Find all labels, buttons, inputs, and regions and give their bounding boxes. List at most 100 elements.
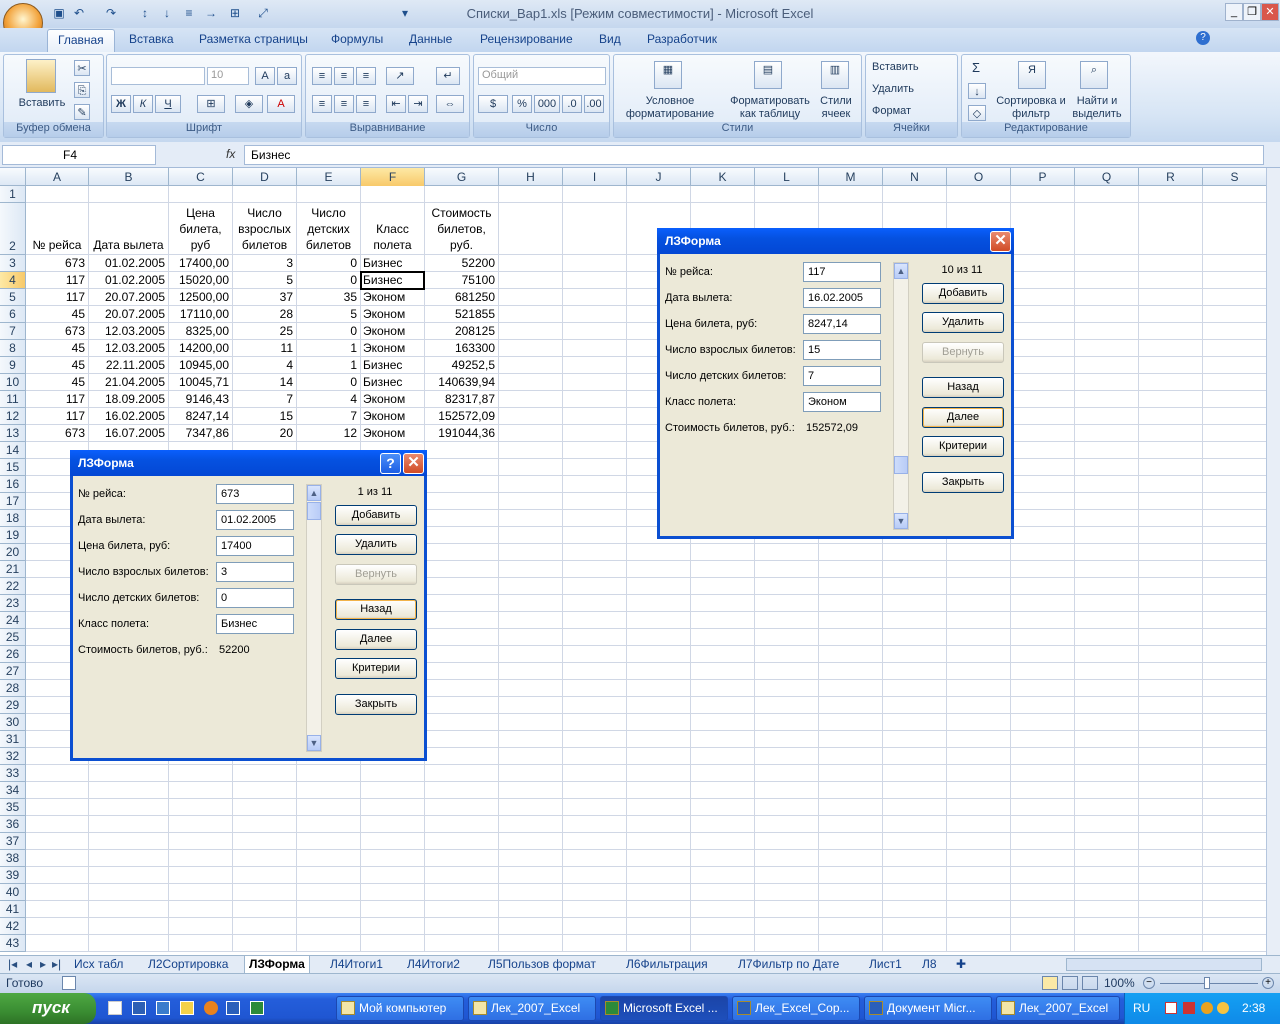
table-cell[interactable]: 12500,00: [169, 289, 232, 305]
next-button[interactable]: Далее: [922, 407, 1004, 428]
table-cell[interactable]: 49252,5: [425, 357, 498, 373]
tray-icon[interactable]: [1165, 1002, 1177, 1014]
table-cell[interactable]: 10045,71: [169, 374, 232, 390]
row-header[interactable]: 17: [0, 493, 26, 510]
table-cell[interactable]: Бизнес: [361, 374, 424, 390]
table-cell[interactable]: 01.02.2005: [89, 255, 168, 271]
delete-cells-button[interactable]: Удалить: [872, 83, 952, 96]
cut-icon[interactable]: ✂: [74, 60, 90, 76]
arrow-icon[interactable]: →: [204, 6, 218, 20]
row-header[interactable]: 38: [0, 850, 26, 867]
table-cell[interactable]: 191044,36: [425, 425, 498, 441]
row-header[interactable]: 40: [0, 884, 26, 901]
close-button[interactable]: Закрыть: [335, 694, 417, 715]
align-left-icon[interactable]: ≡: [312, 95, 332, 113]
row-header[interactable]: 10: [0, 374, 26, 391]
zoom-slider-thumb[interactable]: [1204, 977, 1210, 989]
tray-icon[interactable]: [1183, 1002, 1195, 1014]
table-cell[interactable]: 75100: [425, 272, 498, 288]
table-cell[interactable]: 8247,14: [169, 408, 232, 424]
column-header-a[interactable]: A: [26, 168, 89, 186]
row-header[interactable]: 20: [0, 544, 26, 561]
table-cell[interactable]: 17400,00: [169, 255, 232, 271]
name-box[interactable]: F4: [2, 145, 156, 165]
sheet-tab[interactable]: Исх табл: [70, 956, 127, 974]
table-cell[interactable]: 11: [233, 340, 296, 356]
table-cell[interactable]: 28: [233, 306, 296, 322]
quicklaunch-icon[interactable]: [156, 1001, 170, 1015]
table-cell[interactable]: 35: [297, 289, 360, 305]
formula-input[interactable]: Бизнес: [244, 145, 1264, 165]
restore-button[interactable]: Вернуть: [922, 342, 1004, 363]
column-header-h[interactable]: H: [499, 168, 563, 186]
price-field[interactable]: 17400: [216, 536, 294, 556]
table-cell[interactable]: 140639,94: [425, 374, 498, 390]
page-layout-view-icon[interactable]: [1062, 976, 1078, 990]
sort-filter-button[interactable]: Сортировка и фильтр: [994, 95, 1068, 121]
table-cell[interactable]: 16.02.2005: [89, 408, 168, 424]
row-header[interactable]: 3: [0, 255, 26, 272]
orientation-icon[interactable]: ↗: [386, 67, 414, 85]
table-cell[interactable]: 673: [26, 425, 88, 441]
paste-icon[interactable]: [26, 59, 56, 93]
table-header-cell[interactable]: Цена билета, руб: [169, 203, 232, 254]
conditional-format-button[interactable]: Условное форматирование: [616, 95, 724, 121]
table-header-cell[interactable]: Число взрослых билетов: [233, 203, 296, 254]
row-header[interactable]: 37: [0, 833, 26, 850]
scroll-up-icon[interactable]: ▲: [894, 263, 908, 279]
table-cell[interactable]: 163300: [425, 340, 498, 356]
table-header-cell[interactable]: № рейса: [26, 203, 88, 254]
table-cell[interactable]: 21.04.2005: [89, 374, 168, 390]
scroll-down-icon[interactable]: ▼: [307, 735, 321, 751]
table-cell[interactable]: 681250: [425, 289, 498, 305]
row-header[interactable]: 13: [0, 425, 26, 442]
taskbar-item[interactable]: Лек_2007_Excel: [468, 996, 596, 1021]
kids-field[interactable]: 7: [803, 366, 881, 386]
font-name-combo[interactable]: [111, 67, 205, 85]
cell-styles-button[interactable]: Стили ячеек: [814, 95, 858, 121]
tab-insert[interactable]: Вставка: [129, 32, 174, 46]
table-cell[interactable]: Эконом: [361, 323, 424, 339]
delete-button[interactable]: Удалить: [335, 534, 417, 555]
record-scrollbar-2[interactable]: ▲ ▼: [893, 262, 909, 530]
scroll-thumb[interactable]: [894, 456, 908, 474]
row-header[interactable]: 35: [0, 799, 26, 816]
row-header[interactable]: 42: [0, 918, 26, 935]
adults-field[interactable]: 15: [803, 340, 881, 360]
table-cell[interactable]: 12.03.2005: [89, 323, 168, 339]
decrease-indent-icon[interactable]: ⇤: [386, 95, 406, 113]
bold-button[interactable]: Ж: [111, 95, 131, 113]
word-icon[interactable]: [226, 1001, 240, 1015]
table-cell[interactable]: 18.09.2005: [89, 391, 168, 407]
tab-data[interactable]: Данные: [409, 32, 452, 46]
row-header[interactable]: 19: [0, 527, 26, 544]
merge-center-icon[interactable]: ⇔: [436, 95, 464, 113]
sheet-nav-first-icon[interactable]: |◂: [4, 956, 21, 974]
column-header-k[interactable]: K: [691, 168, 755, 186]
sheet-tab[interactable]: Л4Итоги1: [326, 956, 387, 974]
table-cell[interactable]: 22.11.2005: [89, 357, 168, 373]
table-cell[interactable]: 45: [26, 374, 88, 390]
table-cell[interactable]: Эконом: [361, 408, 424, 424]
table-cell[interactable]: 15020,00: [169, 272, 232, 288]
column-header-l[interactable]: L: [755, 168, 819, 186]
table-cell[interactable]: 10945,00: [169, 357, 232, 373]
quicklaunch-icon[interactable]: [132, 1001, 146, 1015]
next-button[interactable]: Далее: [335, 629, 417, 650]
tab-view[interactable]: Вид: [599, 32, 621, 46]
column-header-q[interactable]: Q: [1075, 168, 1139, 186]
table-cell[interactable]: 82317,87: [425, 391, 498, 407]
row-header[interactable]: 1: [0, 186, 26, 203]
close-button[interactable]: Закрыть: [922, 472, 1004, 493]
add-button[interactable]: Добавить: [335, 505, 417, 526]
date-field[interactable]: 01.02.2005: [216, 510, 294, 530]
sheet-tab[interactable]: Л7Фильтр по Дате: [734, 956, 843, 974]
scroll-thumb[interactable]: [307, 502, 321, 520]
excel-icon[interactable]: [250, 1001, 264, 1015]
table-cell[interactable]: 37: [233, 289, 296, 305]
table-cell[interactable]: 1: [297, 357, 360, 373]
help-icon[interactable]: ?: [1196, 31, 1210, 45]
row-header[interactable]: 28: [0, 680, 26, 697]
criteria-button[interactable]: Критерии: [335, 658, 417, 679]
select-all-corner[interactable]: [0, 168, 26, 186]
